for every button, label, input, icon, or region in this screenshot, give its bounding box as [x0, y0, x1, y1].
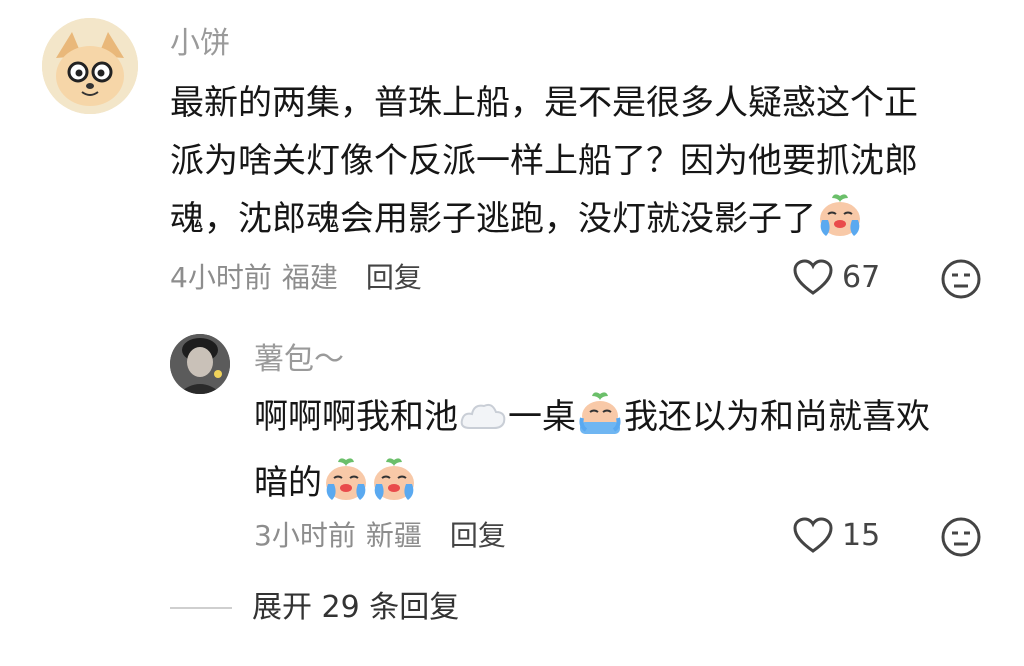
timestamp: 3小时前 — [254, 519, 356, 552]
heart-icon — [793, 259, 833, 295]
person-avatar-icon — [170, 334, 230, 394]
username[interactable]: 小饼 — [170, 24, 230, 64]
heart-icon — [793, 517, 833, 553]
location: 新疆 — [365, 519, 422, 552]
crying-emoji — [370, 456, 418, 520]
comment-text: 最新的两集，普珠上船，是不是很多人疑惑这个正 派为啥关灯像个反派一样上船了？因为… — [170, 74, 990, 256]
comment-text-span: 我还以为和尚就喜欢 — [624, 397, 930, 437]
dislike-face-icon — [941, 517, 981, 557]
dislike-button[interactable] — [940, 516, 982, 562]
timestamp: 4小时前 — [170, 261, 272, 294]
avatar[interactable] — [42, 18, 138, 114]
cloud-emoji — [458, 396, 508, 454]
like-button[interactable]: 67 — [792, 258, 880, 296]
comment-meta: 4小时前 福建 回复 — [170, 258, 422, 298]
comment-text-span: 魂，沈郎魂会用影子逃跑，没灯就没影子了 — [170, 199, 816, 239]
comment-text: 啊啊啊我和池 一桌 我还以为和尚就喜欢 暗的 — [254, 388, 994, 520]
username[interactable]: 薯包～ — [254, 340, 344, 380]
location: 福建 — [281, 261, 338, 294]
comment-text-line: 魂，沈郎魂会用影子逃跑，没灯就没影子了 — [170, 190, 990, 256]
comment-text-span: 暗的 — [254, 463, 322, 503]
dislike-button[interactable] — [940, 258, 982, 304]
divider — [170, 607, 232, 609]
comment-text-line: 最新的两集，普珠上船，是不是很多人疑惑这个正 — [170, 83, 918, 123]
like-count: 67 — [842, 259, 881, 295]
crying-emoji — [576, 390, 624, 454]
expand-replies-button[interactable]: 展开 29 条回复 — [170, 588, 459, 628]
comment-text-line: 啊啊啊我和池 一桌 我还以为和尚就喜欢 — [254, 388, 994, 454]
reply-button[interactable]: 回复 — [450, 519, 506, 552]
comment-text-line: 暗的 — [254, 454, 994, 520]
comment-meta: 3小时前 新疆 回复 — [254, 516, 506, 556]
crying-emoji — [322, 456, 370, 520]
comment-text-span: 啊啊啊我和池 — [254, 397, 458, 437]
like-button[interactable]: 15 — [792, 516, 880, 554]
dislike-face-icon — [941, 259, 981, 299]
expand-replies-label: 展开 29 条回复 — [252, 590, 460, 625]
comment-text-span: 一桌 — [508, 397, 576, 437]
like-count: 15 — [842, 517, 881, 553]
crying-emoji — [816, 192, 864, 256]
reply-button[interactable]: 回复 — [366, 261, 422, 294]
dog-avatar-icon — [42, 18, 138, 114]
comment-text-line: 派为啥关灯像个反派一样上船了？因为他要抓沈郎 — [170, 141, 918, 181]
avatar[interactable] — [170, 334, 230, 394]
